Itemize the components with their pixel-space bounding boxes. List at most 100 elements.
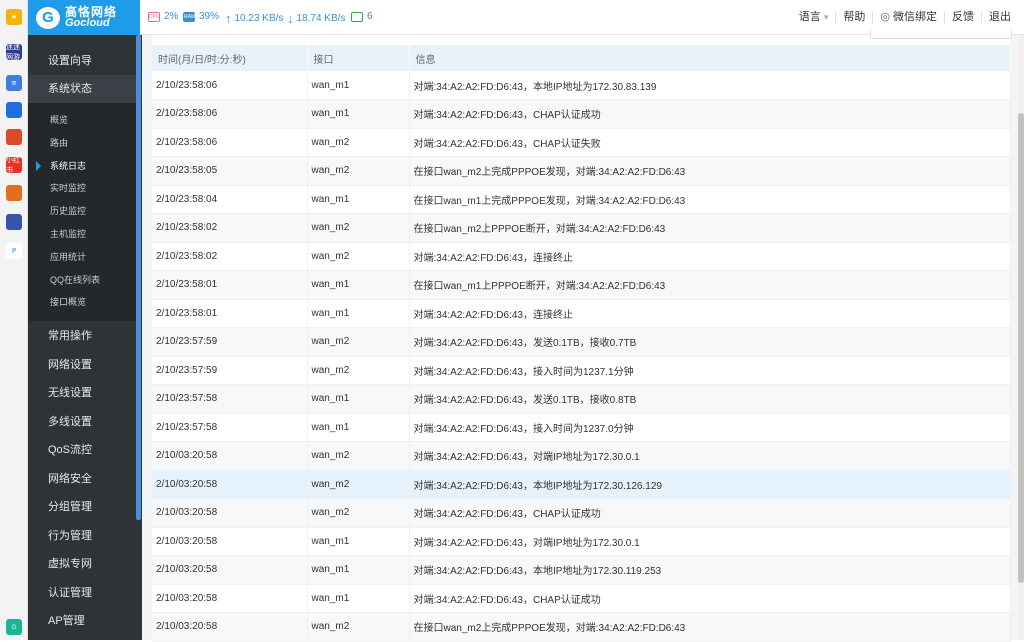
sidebar-group-item[interactable]: 无线设置	[28, 379, 142, 407]
cell-interface: wan_m1	[307, 99, 410, 129]
cell-interface: wan_m2	[307, 470, 410, 499]
column-header-interface[interactable]: 接口	[307, 45, 410, 71]
cell-time: 2/10/23:57:59	[152, 356, 308, 385]
sidebar-group-item[interactable]: 分组管理	[28, 493, 142, 521]
cpu-usage: CPU 2%	[148, 11, 179, 22]
cell-time: 2/10/23:58:04	[152, 185, 308, 214]
cell-message: 对端:34:A2:A2:FD:D6:43，CHAP认证成功	[409, 498, 1011, 528]
cell-message: 对端:34:A2:A2:FD:D6:43，发送0.1TB，接收0.8TB	[409, 384, 1011, 414]
sidebar-group-item[interactable]: 虚拟专网	[28, 550, 142, 578]
cell-interface: wan_m1	[307, 185, 410, 214]
submenu-item[interactable]: 实时监控	[28, 177, 136, 199]
game2-icon[interactable]	[6, 185, 22, 201]
cell-interface: wan_m1	[307, 555, 410, 585]
language-menu[interactable]: 语言 ▾	[792, 11, 836, 23]
chat-icon[interactable]	[6, 102, 22, 118]
logo-cn-text: 高恪网络	[65, 4, 118, 19]
table-row[interactable]: 2/10/03:20:58 wan_m1 对端:34:A2:A2:FD:D6:43，…	[152, 527, 1011, 556]
table-row[interactable]: 2/10/03:20:58 wan_m2 对端:34:A2:A2:FD:D6:43，…	[152, 470, 1011, 499]
system-status-submenu: 概览 路由 系统日志 实时监控 历史监控 主机监控 应用统计 QQ在线列表 接口概览	[28, 103, 136, 321]
submenu-item[interactable]: 概览	[28, 109, 136, 131]
log-panel: 时间(月/日/时:分:秒) 接口 信息 2/10/23:58:06 wan_m1 对…	[152, 29, 1012, 642]
table-header-row: 时间(月/日/时:分:秒) 接口 信息	[152, 45, 1011, 71]
search-box-edge[interactable]	[870, 29, 1012, 39]
table-row[interactable]: 2/10/03:20:58 wan_m2 对端:34:A2:A2:FD:D6:43，…	[152, 441, 1011, 471]
shop-icon[interactable]: 小红书	[6, 157, 22, 173]
wechat-bind-link[interactable]: ◎ 微信绑定	[872, 11, 944, 23]
submenu-item[interactable]: 系统日志	[28, 155, 136, 177]
cell-message: 对端:34:A2:A2:FD:D6:43，发送0.1TB，接收0.7TB	[409, 327, 1011, 357]
sidebar-group-item[interactable]: 行为管理	[28, 522, 142, 550]
table-row[interactable]: 2/10/23:57:58 wan_m1 对端:34:A2:A2:FD:D6:43，…	[152, 384, 1011, 414]
bottom-app-icon[interactable]: ⊙	[6, 619, 22, 635]
cell-message: 对端:34:A2:A2:FD:D6:43，接入时间为1237.0分钟	[409, 413, 1011, 442]
cell-time: 2/10/03:20:58	[152, 498, 308, 528]
submenu-item[interactable]: QQ在线列表	[28, 269, 136, 291]
brand-logo[interactable]: G 高恪网络 Gocloud	[28, 0, 140, 35]
submenu-item[interactable]: 应用统计	[28, 246, 136, 268]
table-row[interactable]: 2/10/23:58:01 wan_m1 对端:34:A2:A2:FD:D6:43，…	[152, 299, 1011, 328]
cell-message: 对端:34:A2:A2:FD:D6:43，连接终止	[409, 242, 1011, 271]
app-dock: ★ 迷迷网游 ≡ 小红书 P ⊙	[0, 0, 28, 640]
main-content: 时间(月/日/时:分:秒) 接口 信息 2/10/23:58:06 wan_m1 对…	[142, 29, 1024, 642]
sidebar-group-item[interactable]: AP管理	[28, 607, 142, 635]
sidebar: 设置向导 系统状态 概览 路由 系统日志 实时监控 历史监控 主机监控 应用统计 QQ在线列表…	[28, 35, 142, 640]
p-icon[interactable]: P	[6, 243, 22, 259]
cell-message: 在接口wan_m2上PPPOE断开，对端:34:A2:A2:FD:D6:43	[409, 213, 1011, 243]
sidebar-group-item[interactable]: QoS流控	[28, 436, 142, 464]
game3-icon[interactable]	[6, 214, 22, 230]
cell-message: 对端:34:A2:A2:FD:D6:43，CHAP认证失败	[409, 128, 1011, 157]
logo-mark-icon: G	[36, 6, 60, 29]
table-row[interactable]: 2/10/23:58:02 wan_m2 对端:34:A2:A2:FD:D6:43，…	[152, 242, 1011, 271]
cell-time: 2/10/23:58:02	[152, 242, 308, 271]
table-row[interactable]: 2/10/23:58:01 wan_m1 在接口wan_m1上PPPOE断开，对端:…	[152, 270, 1011, 300]
logout-link[interactable]: 退出	[981, 11, 1018, 23]
doc-icon[interactable]: ≡	[6, 75, 22, 91]
feedback-link[interactable]: 反馈	[944, 11, 981, 23]
sidebar-group-item[interactable]: 多线设置	[28, 408, 142, 436]
sidebar-item-system-status[interactable]: 系统状态	[28, 75, 142, 103]
game-icon[interactable]	[6, 129, 22, 145]
download-arrow-icon: ↓	[287, 11, 294, 26]
column-header-message[interactable]: 信息	[409, 45, 1011, 71]
cell-message: 对端:34:A2:A2:FD:D6:43，CHAP认证成功	[409, 584, 1011, 613]
submenu-item[interactable]: 路由	[28, 132, 136, 154]
submenu-item[interactable]: 历史监控	[28, 200, 136, 222]
vertical-scrollbar-thumb[interactable]	[1018, 113, 1024, 583]
star-icon[interactable]: ★	[6, 9, 22, 25]
sidebar-scrollbar[interactable]	[136, 35, 141, 520]
table-row[interactable]: 2/10/23:58:02 wan_m2 在接口wan_m2上PPPOE断开，对端:…	[152, 213, 1011, 243]
help-link[interactable]: 帮助	[835, 11, 872, 23]
app-icon[interactable]: 迷迷网游	[6, 44, 22, 60]
submenu-item[interactable]: 主机监控	[28, 223, 136, 245]
table-row[interactable]: 2/10/23:58:06 wan_m1 对端:34:A2:A2:FD:D6:43，…	[152, 99, 1011, 129]
sidebar-group-item[interactable]: 网络安全	[28, 465, 142, 493]
table-row[interactable]: 2/10/23:58:05 wan_m2 在接口wan_m2上完成PPPOE发现，对…	[152, 156, 1011, 186]
table-row[interactable]: 2/10/23:58:06 wan_m1 对端:34:A2:A2:FD:D6:43，…	[152, 71, 1011, 100]
table-row[interactable]: 2/10/23:57:58 wan_m1 对端:34:A2:A2:FD:D6:43，…	[152, 413, 1011, 442]
table-row[interactable]: 2/10/23:58:06 wan_m2 对端:34:A2:A2:FD:D6:43，…	[152, 128, 1011, 157]
sidebar-group-item[interactable]: 常用操作	[28, 322, 142, 350]
cell-time: 2/10/03:20:58	[152, 470, 308, 499]
cell-message: 对端:34:A2:A2:FD:D6:43，本地IP地址为172.30.83.13…	[409, 71, 1011, 100]
table-row[interactable]: 2/10/23:57:59 wan_m2 对端:34:A2:A2:FD:D6:43，…	[152, 356, 1011, 385]
sidebar-group-item[interactable]: 网络设置	[28, 351, 142, 379]
cell-time: 2/10/23:57:58	[152, 384, 308, 414]
table-row[interactable]: 2/10/03:20:58 wan_m1 对端:34:A2:A2:FD:D6:43，…	[152, 555, 1011, 585]
cell-interface: wan_m2	[307, 498, 410, 528]
column-header-time[interactable]: 时间(月/日/时:分:秒)	[152, 45, 308, 71]
sidebar-item-setup-wizard[interactable]: 设置向导	[28, 47, 142, 75]
cell-interface: wan_m2	[307, 213, 410, 243]
cell-message: 在接口wan_m1上完成PPPOE发现，对端:34:A2:A2:FD:D6:43	[409, 185, 1011, 214]
table-row[interactable]: 2/10/23:57:59 wan_m2 对端:34:A2:A2:FD:D6:43，…	[152, 327, 1011, 357]
table-row[interactable]: 2/10/03:20:58 wan_m1 对端:34:A2:A2:FD:D6:43，…	[152, 584, 1011, 613]
submenu-item[interactable]: 接口概览	[28, 291, 136, 313]
sidebar-group-item[interactable]: 认证管理	[28, 579, 142, 607]
cell-message: 对端:34:A2:A2:FD:D6:43，本地IP地址为172.30.119.2…	[409, 555, 1011, 585]
table-row[interactable]: 2/10/23:58:04 wan_m1 在接口wan_m1上完成PPPOE发现，对…	[152, 185, 1011, 214]
table-row[interactable]: 2/10/03:20:58 wan_m2 对端:34:A2:A2:FD:D6:43，…	[152, 498, 1011, 528]
table-row[interactable]: 2/10/03:20:58 wan_m2 在接口wan_m2上完成PPPOE发现，对…	[152, 612, 1011, 642]
cell-message: 对端:34:A2:A2:FD:D6:43，本地IP地址为172.30.126.1…	[409, 470, 1011, 499]
cell-time: 2/10/23:58:06	[152, 128, 308, 157]
system-log-table: 时间(月/日/时:分:秒) 接口 信息 2/10/23:58:06 wan_m1 对…	[152, 45, 1011, 642]
